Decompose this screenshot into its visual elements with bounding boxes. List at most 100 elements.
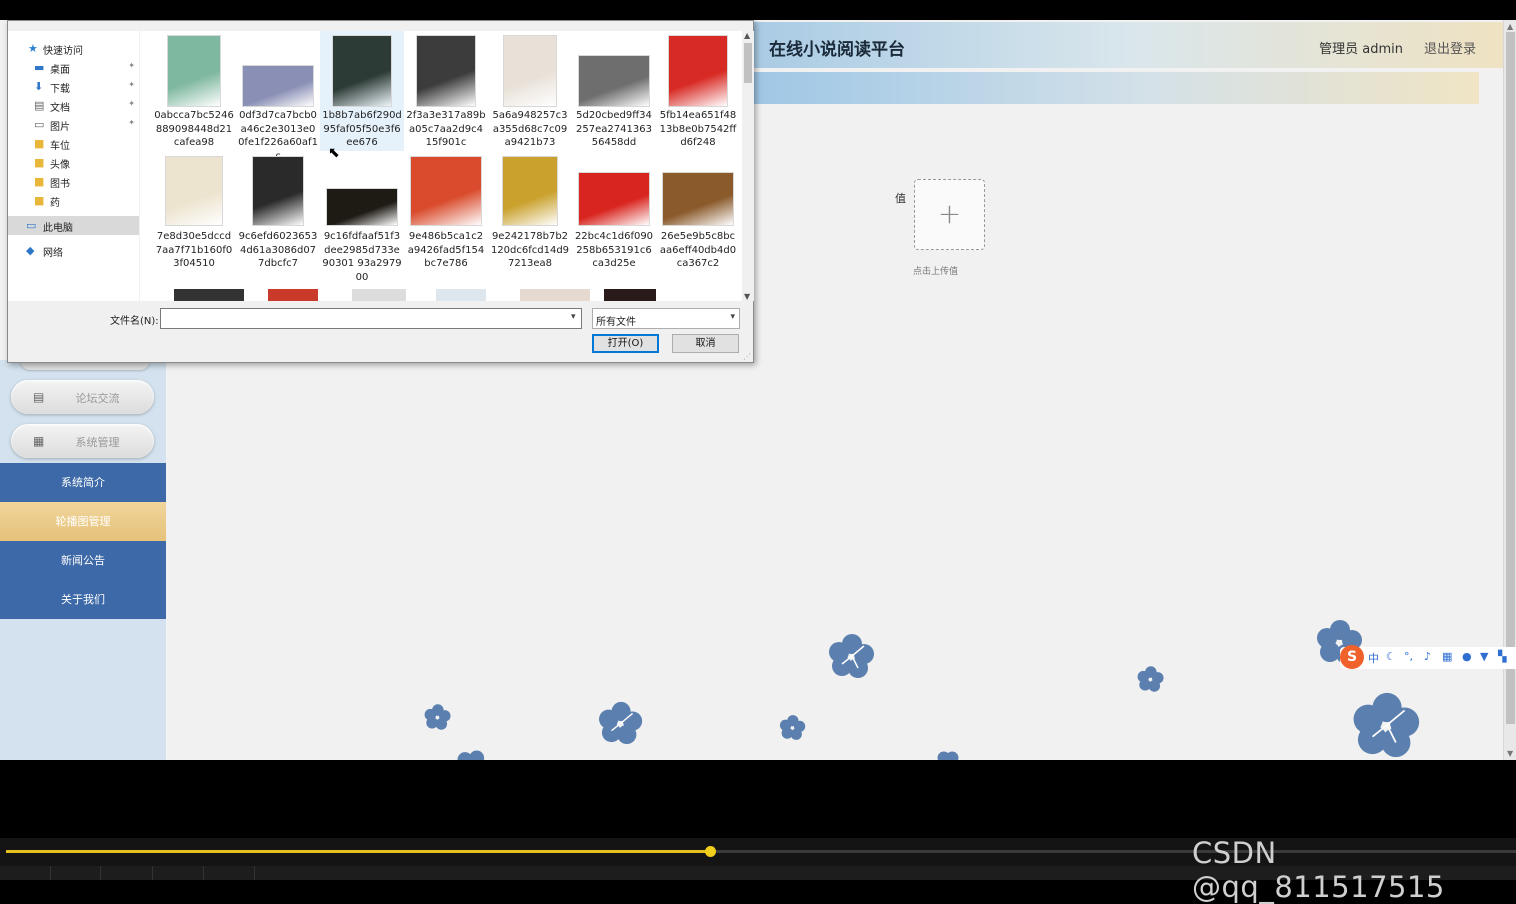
seek-knob[interactable] [705, 846, 716, 857]
filename-label: 文件名(N): [110, 316, 159, 327]
file-name: 26e5e9b5c8bcaa6eff40db4d0ca367c2 [659, 231, 737, 269]
file-item[interactable]: 1b8b7ab6f290d95faf05f50e3f6ee676 [320, 31, 404, 151]
file-name: 9c6efd60236534d61a3086d077dbcfc7 [238, 231, 318, 269]
pin-icon: ✦ [128, 118, 135, 127]
sidebar-item-system[interactable]: ▦ 系统管理 [11, 424, 154, 458]
network-icon: ◆ [26, 244, 35, 257]
logout-link[interactable]: 退出登录 [1424, 38, 1476, 57]
file-thumbnail [502, 156, 558, 226]
scroll-up-icon[interactable]: ▲ [744, 31, 750, 40]
file-name: 0abcca7bc5246889098448d21cafea98 [154, 110, 234, 148]
open-button[interactable]: 打开(O) [592, 334, 659, 353]
file-item[interactable]: 9e242178b7b2120dc6fcd14d97213ea8 [488, 154, 572, 284]
folder-icon: ■ [34, 156, 45, 169]
subitem-news[interactable]: 新闻公告 [0, 541, 166, 580]
resize-grip-icon[interactable]: ⋰ [743, 352, 751, 361]
scroll-down-icon[interactable]: ▼ [744, 292, 750, 301]
pictures-icon: ▭ [34, 118, 45, 131]
filename-input[interactable] [160, 308, 582, 329]
pin-icon: ✦ [128, 80, 135, 89]
file-thumbnail [167, 35, 221, 107]
moon-icon[interactable]: ☾ [1386, 650, 1396, 663]
nav-label: 快速访问 [43, 46, 83, 57]
file-thumbnail [662, 172, 734, 226]
ime-toolbar[interactable]: S 中 ☾ °, ♪ ▦ ● ▼ ▚ [1340, 645, 1516, 669]
nav-this-pc[interactable]: ▭ 此电脑 [8, 216, 139, 235]
file-item[interactable]: 22bc4c1d6f090258b653191c6ca3d25e [572, 154, 656, 284]
nav-label: 此电脑 [43, 223, 73, 234]
download-icon: ⬇ [34, 80, 44, 93]
app-viewport: 在线小说阅读平台 管理员 admin 退出登录 ▲ ▼ ▤ 论坛交流 ▦ 系统管… [0, 20, 1516, 760]
file-grid-scrollbar[interactable]: ▲ ▼ [742, 31, 754, 301]
file-thumbnail [668, 35, 728, 107]
upload-field-label: 值 [895, 192, 906, 205]
nav-downloads[interactable]: ⬇ 下载 ✦ [8, 77, 139, 96]
scroll-thumb[interactable] [1506, 32, 1515, 724]
partial-file-row [170, 289, 710, 301]
sidebar-item-forum[interactable]: ▤ 论坛交流 [11, 380, 154, 414]
ime-mode[interactable]: 中 [1368, 650, 1379, 666]
nav-label: 下载 [50, 84, 70, 95]
file-name: 2f3a3e317a89ba05c7aa2d9c415f901c [406, 110, 486, 148]
nav-folder-books[interactable]: ■ 图书 [8, 172, 139, 191]
nav-label: 药 [50, 198, 60, 209]
file-name: 1b8b7ab6f290d95faf05f50e3f6ee676 [322, 110, 402, 148]
nav-desktop[interactable]: ▬ 桌面 ✦ [8, 58, 139, 77]
nav-network[interactable]: ◆ 网络 [8, 241, 139, 260]
nav-label: 文档 [50, 103, 70, 114]
file-item[interactable]: 5d20cbed9ff34257ea274136356458dd [572, 31, 656, 151]
scroll-up-icon[interactable]: ▲ [1507, 22, 1513, 31]
nav-documents[interactable]: ▤ 文档 ✦ [8, 96, 139, 115]
filetype-value: 所有文件 [596, 317, 636, 328]
file-item[interactable]: 26e5e9b5c8bcaa6eff40db4d0ca367c2 [656, 154, 740, 284]
file-item[interactable]: 9c16fdfaaf51f3dee2985d733e90301 93a29790… [320, 154, 404, 284]
folder-icon: ■ [34, 175, 45, 188]
file-item[interactable]: 5fb14ea651f4813b8e0b7542ffd6f248 [656, 31, 740, 151]
document-icon: ▤ [34, 99, 45, 112]
keyboard-icon[interactable]: ▦ [1442, 650, 1452, 663]
skin-icon[interactable]: ▼ [1480, 650, 1488, 663]
plus-icon: + [937, 197, 962, 230]
subitem-intro[interactable]: 系统简介 [0, 463, 166, 502]
flower-decoration [829, 634, 874, 678]
nav-folder-parking[interactable]: ■ 车位 [8, 134, 139, 153]
sogou-logo-icon[interactable]: S [1340, 645, 1364, 669]
file-item[interactable]: 7e8d30e5dccd7aa7f71b160f03f04510 [152, 154, 236, 284]
file-item[interactable]: 0df3d7ca7bcb0a46c2e3013e00fe1f226a60af1c [236, 31, 320, 162]
nav-quick-access[interactable]: ★ 快速访问 [8, 39, 139, 58]
toolbox-icon[interactable]: ▚ [1498, 650, 1506, 663]
microphone-icon[interactable]: ♪ [1424, 650, 1431, 663]
folder-icon: ■ [34, 194, 45, 207]
nav-label: 车位 [50, 141, 70, 152]
flower-decoration [779, 715, 806, 740]
scroll-thumb[interactable] [744, 43, 752, 83]
nav-label: 桌面 [50, 65, 70, 76]
seek-progress [6, 850, 710, 853]
filetype-select[interactable]: 所有文件 ▾ [592, 308, 740, 329]
file-thumbnail [503, 35, 557, 107]
nav-pictures[interactable]: ▭ 图片 ✦ [8, 115, 139, 134]
user-icon[interactable]: ● [1462, 650, 1472, 663]
file-name: 9e486b5ca1c2a9426fad5f154bc7e786 [407, 231, 485, 269]
subitem-about[interactable]: 关于我们 [0, 580, 166, 619]
file-item[interactable]: 0abcca7bc5246889098448d21cafea98 [152, 31, 236, 151]
nav-folder-medicine[interactable]: ■ 药 [8, 191, 139, 210]
punctuation-icon[interactable]: °, [1404, 650, 1413, 663]
subitem-carousel[interactable]: 轮播图管理 [0, 502, 166, 541]
file-item[interactable]: 2f3a3e317a89ba05c7aa2d9c415f901c [404, 31, 488, 151]
file-item[interactable]: 5a6a948257c3a355d68c7c09a9421b73 [488, 31, 572, 151]
file-name: 9e242178b7b2120dc6fcd14d97213ea8 [490, 231, 570, 269]
nav-label: 头像 [50, 160, 70, 171]
nav-folder-avatar[interactable]: ■ 头像 [8, 153, 139, 172]
file-item[interactable]: 9c6efd60236534d61a3086d077dbcfc7 [236, 154, 320, 284]
file-name: 5d20cbed9ff34257ea274136356458dd [576, 110, 652, 148]
scroll-down-icon[interactable]: ▼ [1507, 749, 1513, 758]
admin-label: 管理员 admin [1319, 42, 1403, 57]
cancel-button[interactable]: 取消 [672, 334, 739, 353]
computer-icon: ▭ [26, 219, 37, 232]
chevron-down-icon[interactable]: ▾ [571, 312, 576, 322]
upload-button[interactable]: + [914, 179, 985, 250]
flower-decoration [457, 750, 485, 760]
upload-hint: 点击上传值 [913, 267, 959, 277]
file-item[interactable]: 9e486b5ca1c2a9426fad5f154bc7e786 [404, 154, 488, 284]
